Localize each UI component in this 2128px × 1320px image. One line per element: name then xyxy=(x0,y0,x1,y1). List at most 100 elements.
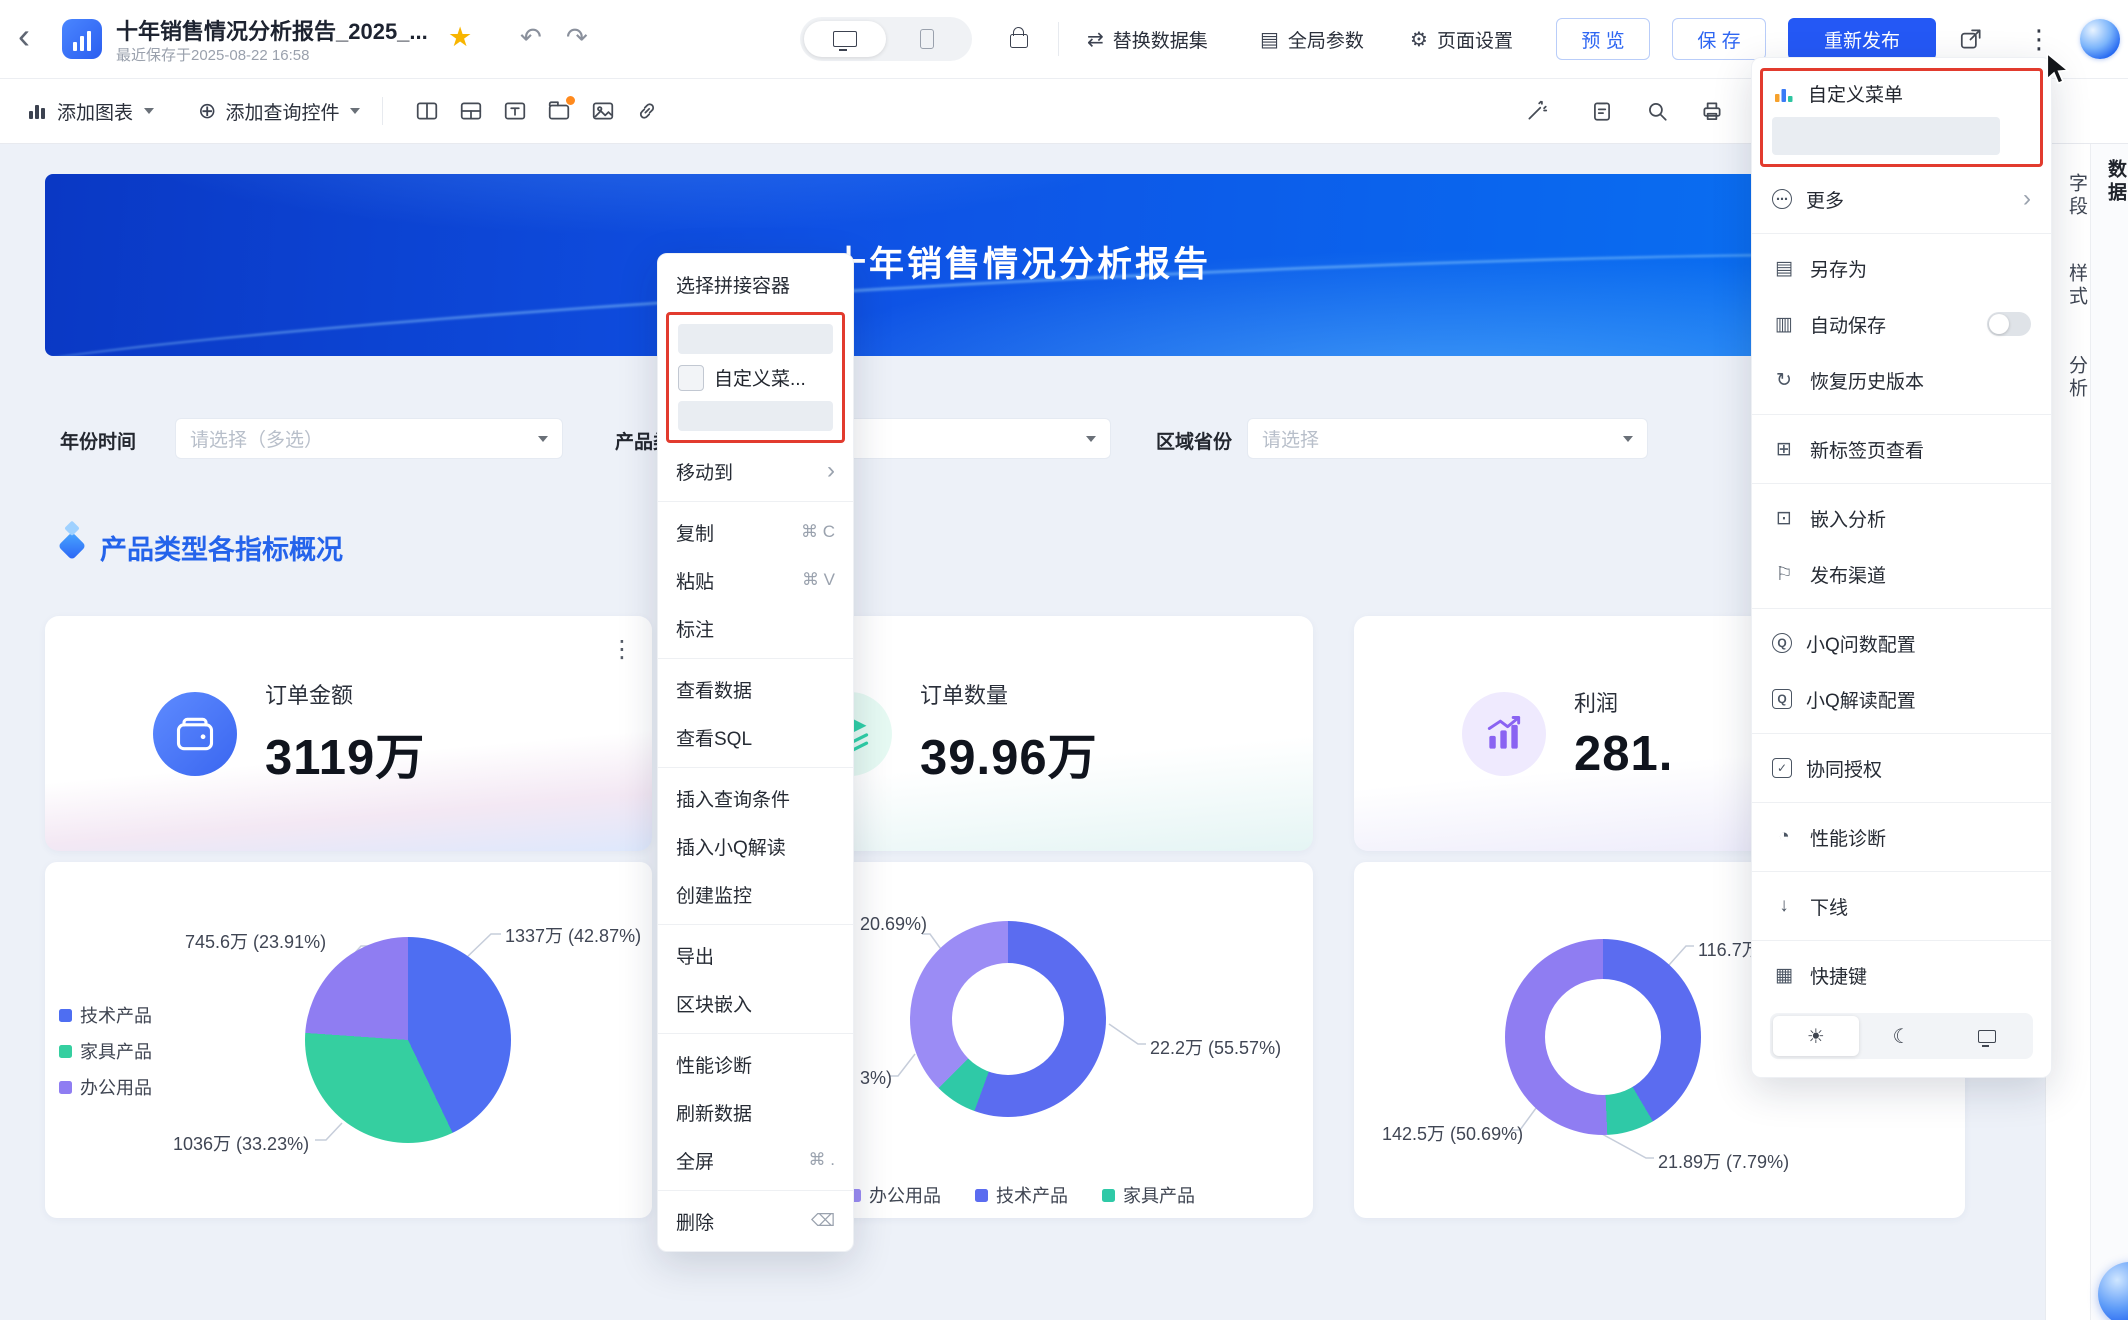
context-menu-item[interactable]: 选择拼接容器 xyxy=(658,260,853,308)
undo-icon[interactable]: ↶ xyxy=(520,22,542,53)
more-menu-item[interactable]: ✓ 协同授权 xyxy=(1752,740,2051,796)
more-menu-item[interactable]: ⋯ 更多 › xyxy=(1752,171,2051,227)
theme-dark-button[interactable]: ☾ xyxy=(1859,1016,1945,1056)
context-menu-item[interactable]: 刷新数据 xyxy=(658,1088,853,1136)
link-icon[interactable] xyxy=(625,91,669,131)
donut-callout: 3%) xyxy=(860,1068,893,1088)
printer-icon[interactable] xyxy=(1690,91,1734,131)
more-options-kebab-icon[interactable]: ⋮ xyxy=(2026,26,2052,52)
moon-icon: ☾ xyxy=(1892,1025,1911,1048)
legend-item[interactable]: 家具产品 xyxy=(1102,1182,1195,1208)
legend-item[interactable]: 办公用品 xyxy=(59,1074,152,1100)
save-button[interactable]: 保 存 xyxy=(1672,18,1766,60)
context-menu-item[interactable]: 粘贴 ⌘ V xyxy=(658,556,853,604)
context-menu-item[interactable]: 插入查询条件 xyxy=(658,774,853,822)
clipboard-icon[interactable] xyxy=(1580,91,1624,131)
section-title: 产品类型各指标概况 xyxy=(100,535,343,565)
tab-container-icon[interactable] xyxy=(537,91,581,131)
embed-icon: ⊡ xyxy=(1776,507,1792,529)
context-menu-item[interactable]: 性能诊断 xyxy=(658,1040,853,1088)
page-settings-button[interactable]: ⚙ 页面设置 xyxy=(1410,0,1513,78)
context-menu-item[interactable]: 创建监控 xyxy=(658,870,853,918)
redo-icon[interactable]: ↷ xyxy=(566,22,588,53)
document-icon: ▤ xyxy=(1260,28,1279,51)
more-menu-item[interactable]: ↓ 下线 xyxy=(1752,878,2051,934)
more-menu-item[interactable]: Q 小Q解读配置 xyxy=(1752,671,2051,727)
filter-year-placeholder: 请选择（多选） xyxy=(190,430,324,451)
card-menu-kebab-icon[interactable]: ⋮ xyxy=(610,638,634,662)
pie-chart-card[interactable]: 技术产品 家具产品 办公用品 745.6万 (23.91%) 1337万 (42… xyxy=(45,862,652,1218)
context-menu-item[interactable]: 区块嵌入 xyxy=(658,979,853,1027)
placeholder-bar xyxy=(1772,117,2000,155)
favorite-star-icon[interactable]: ★ xyxy=(448,22,472,53)
magic-wand-icon[interactable] xyxy=(1515,91,1559,131)
custom-item-icon xyxy=(678,364,704,391)
legend-item[interactable]: 家具产品 xyxy=(59,1038,152,1064)
assistant-avatar[interactable] xyxy=(2080,19,2120,59)
more-menu-item[interactable]: ▤ 另存为 xyxy=(1752,240,2051,296)
context-menu-item[interactable]: 标注 xyxy=(658,604,853,652)
context-menu-item[interactable]: 导出 xyxy=(658,931,853,979)
add-chart-label: 添加图表 xyxy=(57,102,134,124)
legend-item[interactable]: 技术产品 xyxy=(975,1182,1068,1208)
legend-item[interactable]: 技术产品 xyxy=(59,1002,152,1028)
text-icon[interactable] xyxy=(493,91,537,131)
tab-analysis[interactable]: 分析 xyxy=(2046,355,2090,401)
more-menu-item[interactable]: ▦ 快捷键 xyxy=(1752,947,2051,1003)
more-menu-item[interactable]: ⊡ 嵌入分析 xyxy=(1752,490,2051,546)
split-layout-icon[interactable] xyxy=(405,91,449,131)
custom-menu-item[interactable]: 自定义菜单 xyxy=(1772,80,2031,107)
image-icon[interactable] xyxy=(581,91,625,131)
pie-chart[interactable] xyxy=(305,937,511,1143)
monitor-icon xyxy=(1978,1029,1997,1047)
context-menu-item[interactable]: 插入小Q解读 xyxy=(658,822,853,870)
context-menu-item[interactable]: 查看数据 xyxy=(658,665,853,713)
donut-chart[interactable] xyxy=(1505,939,1701,1135)
filter-region-select[interactable]: 请选择 xyxy=(1247,418,1648,459)
add-chart-button[interactable]: 添加图表 xyxy=(26,98,155,125)
global-params-button[interactable]: ▤ 全局参数 xyxy=(1260,0,1364,78)
donut-legend: 办公用品 技术产品 家具产品 xyxy=(848,1182,1195,1208)
highlight-box: 自定义菜单 xyxy=(1760,68,2043,167)
search-icon[interactable] xyxy=(1635,91,1679,131)
tab-style[interactable]: 样式 xyxy=(2046,263,2090,309)
donut-callout: 22.2万 (55.57%) xyxy=(1150,1038,1282,1058)
context-menu-item[interactable]: 全屏 ⌘ . xyxy=(658,1136,853,1184)
legend-item[interactable]: 办公用品 xyxy=(848,1182,941,1208)
preview-button[interactable]: 预 览 xyxy=(1556,18,1650,60)
tab-field[interactable]: 字段 xyxy=(2046,173,2090,219)
mobile-view-button[interactable] xyxy=(886,21,968,57)
auto-save-icon: ▥ xyxy=(1775,313,1793,335)
lock-icon[interactable] xyxy=(1010,27,1028,48)
more-menu-item[interactable]: Q 小Q问数配置 xyxy=(1752,615,2051,671)
more-menu-item[interactable]: ⊞ 新标签页查看 xyxy=(1752,421,2051,477)
add-query-control-button[interactable]: ⊕ 添加查询控件 xyxy=(198,98,361,125)
auto-save-toggle[interactable] xyxy=(1987,312,2031,336)
context-menu-item[interactable]: 复制 ⌘ C xyxy=(658,508,853,556)
replace-dataset-button[interactable]: ⇄ 替换数据集 xyxy=(1087,0,1208,78)
donut-callout: 142.5万 (50.69%) xyxy=(1382,1124,1524,1144)
share-export-icon[interactable] xyxy=(1958,26,1984,57)
donut-chart[interactable] xyxy=(910,921,1106,1117)
placeholder-bar xyxy=(678,401,833,431)
theme-auto-button[interactable] xyxy=(1944,1016,2030,1056)
more-menu-item[interactable]: ▥ 自动保存 xyxy=(1752,296,2051,352)
context-menu-item[interactable]: 查看SQL xyxy=(658,713,853,761)
republish-button[interactable]: 重新发布 xyxy=(1788,18,1936,60)
filter-region-placeholder: 请选择 xyxy=(1262,430,1320,451)
context-menu-item[interactable]: 移动到 › xyxy=(658,447,853,495)
shortcut-label: ⌘ C xyxy=(801,522,835,541)
tab-data[interactable]: 数据 xyxy=(2091,159,2128,205)
context-menu-item-delete[interactable]: 删除 ⌫ xyxy=(658,1197,853,1245)
filter-year-select[interactable]: 请选择（多选） xyxy=(175,418,563,459)
theme-light-button[interactable]: ☀ xyxy=(1773,1016,1859,1056)
grid-layout-icon[interactable] xyxy=(449,91,493,131)
more-menu-item[interactable]: ⚐ 发布渠道 xyxy=(1752,546,2051,602)
metric-card-order-amount[interactable]: ⋮ 订单金额 3119万 xyxy=(45,616,652,851)
desktop-view-button[interactable] xyxy=(804,21,886,57)
highlight-box: 自定义菜... xyxy=(666,312,845,443)
custom-menu-item[interactable]: 自定义菜... xyxy=(678,364,833,391)
back-button[interactable]: ‹ xyxy=(18,14,30,58)
more-menu-item[interactable]: ◔ 性能诊断 xyxy=(1752,809,2051,865)
more-menu-item[interactable]: ↻ 恢复历史版本 xyxy=(1752,352,2051,408)
